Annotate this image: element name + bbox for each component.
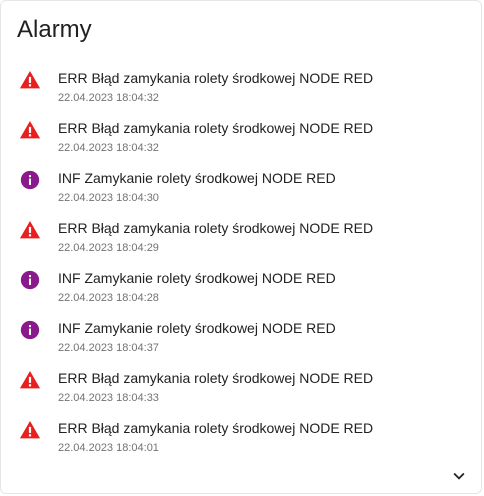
alarm-message: INF Zamykanie rolety środkowej NODE RED — [58, 320, 336, 336]
info-icon — [19, 169, 41, 191]
alarm-timestamp: 22.04.2023 18:04:01 — [58, 442, 159, 454]
alarm-timestamp: 22.04.2023 18:04:32 — [58, 92, 159, 104]
warning-icon — [19, 369, 41, 391]
alarm-timestamp: 22.04.2023 18:04:33 — [58, 392, 159, 404]
warning-icon — [19, 119, 41, 141]
warning-icon — [19, 69, 41, 91]
info-icon — [19, 269, 41, 291]
info-icon — [19, 319, 41, 341]
alarm-timestamp: 22.04.2023 18:04:29 — [58, 242, 159, 254]
card-title: Alarmy — [17, 16, 92, 43]
alarm-list: ERR Błąd zamykania rolety środkowej NODE… — [1, 63, 481, 463]
alarm-item[interactable]: ERR Błąd zamykania rolety środkowej NODE… — [1, 63, 481, 113]
alarm-item[interactable]: INF Zamykanie rolety środkowej NODE RED … — [1, 313, 481, 363]
alarm-card: Alarmy ERR Błąd zamykania rolety środkow… — [0, 0, 482, 494]
expand-button[interactable] — [448, 465, 470, 487]
alarm-item[interactable]: ERR Błąd zamykania rolety środkowej NODE… — [1, 413, 481, 463]
alarm-message: INF Zamykanie rolety środkowej NODE RED — [58, 170, 336, 186]
alarm-item[interactable]: INF Zamykanie rolety środkowej NODE RED … — [1, 163, 481, 213]
alarm-item[interactable]: ERR Błąd zamykania rolety środkowej NODE… — [1, 113, 481, 163]
alarm-message: ERR Błąd zamykania rolety środkowej NODE… — [58, 370, 374, 386]
chevron-down-icon — [448, 465, 470, 487]
alarm-message: INF Zamykanie rolety środkowej NODE RED — [58, 270, 336, 286]
alarm-message: ERR Błąd zamykania rolety środkowej NODE… — [58, 120, 374, 136]
alarm-timestamp: 22.04.2023 18:04:30 — [58, 192, 159, 204]
alarm-message: ERR Błąd zamykania rolety środkowej NODE… — [58, 420, 374, 436]
alarm-timestamp: 22.04.2023 18:04:28 — [58, 292, 159, 304]
warning-icon — [19, 419, 41, 441]
warning-icon — [19, 219, 41, 241]
alarm-timestamp: 22.04.2023 18:04:32 — [58, 142, 159, 154]
alarm-message: ERR Błąd zamykania rolety środkowej NODE… — [58, 70, 374, 86]
alarm-item[interactable]: INF Zamykanie rolety środkowej NODE RED … — [1, 263, 481, 313]
alarm-timestamp: 22.04.2023 18:04:37 — [58, 342, 159, 354]
alarm-item[interactable]: ERR Błąd zamykania rolety środkowej NODE… — [1, 213, 481, 263]
alarm-item[interactable]: ERR Błąd zamykania rolety środkowej NODE… — [1, 363, 481, 413]
alarm-message: ERR Błąd zamykania rolety środkowej NODE… — [58, 220, 374, 236]
